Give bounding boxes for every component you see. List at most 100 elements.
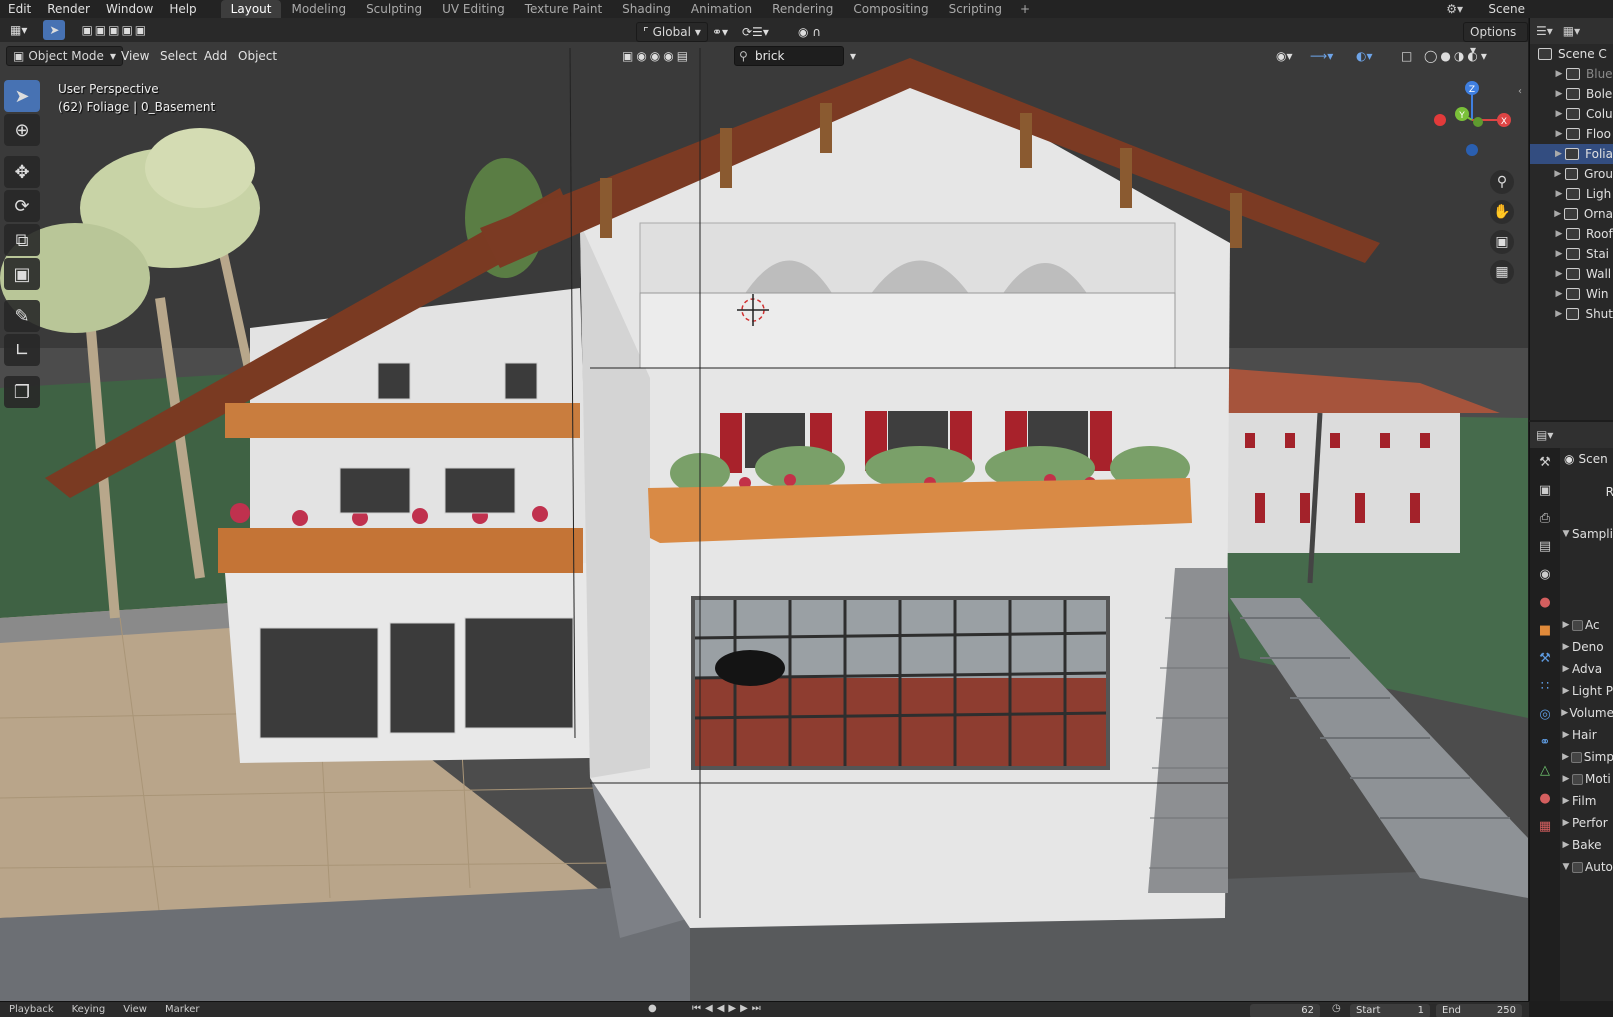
object-menu[interactable]: Object xyxy=(238,46,277,66)
search-input[interactable]: ⚲ brick xyxy=(734,46,844,66)
object-tab-icon[interactable]: ■ xyxy=(1530,616,1560,644)
section-checkbox[interactable] xyxy=(1572,619,1583,631)
ortho-grid-icon[interactable]: ▦ xyxy=(1490,260,1514,284)
view-menu[interactable]: View xyxy=(121,46,149,66)
playback-menu[interactable]: Playback xyxy=(0,1004,63,1015)
tab-compositing[interactable]: Compositing xyxy=(843,0,938,18)
tab-shading[interactable]: Shading xyxy=(612,0,681,18)
tab-texture-paint[interactable]: Texture Paint xyxy=(515,0,612,18)
add-menu[interactable]: Add xyxy=(204,46,227,66)
data-tab-icon[interactable]: △ xyxy=(1530,756,1560,784)
particles-tab-icon[interactable]: ∷ xyxy=(1530,672,1560,700)
annotate-icon[interactable]: ✎ xyxy=(4,300,40,332)
current-frame-field[interactable]: 62 xyxy=(1250,1004,1320,1017)
tab-modeling[interactable]: Modeling xyxy=(281,0,356,18)
properties-section-row[interactable]: ▼ Auto xyxy=(1560,856,1613,878)
chevron-right-icon[interactable]: ▶ xyxy=(1551,169,1564,179)
select-menu[interactable]: Select xyxy=(160,46,197,66)
add-workspace-button[interactable]: + xyxy=(1012,2,1038,16)
properties-section-row[interactable]: ▶ Hair xyxy=(1560,724,1613,746)
chevron-right-icon[interactable]: ▶ xyxy=(1552,289,1566,299)
keying-menu[interactable]: Keying xyxy=(63,1004,115,1015)
marker-menu[interactable]: Marker xyxy=(156,1004,209,1015)
chevron-right-icon[interactable]: ▶ xyxy=(1552,129,1566,139)
outliner-editor-icon[interactable]: ☰▾ xyxy=(1536,24,1553,38)
texture-tab-icon[interactable]: ▦ xyxy=(1530,812,1560,840)
scale-icon[interactable]: ⧉ xyxy=(4,224,40,256)
render-tab-icon[interactable]: ▣ xyxy=(1530,476,1560,504)
properties-section-row[interactable]: ▶ Adva xyxy=(1560,658,1613,680)
tab-rendering[interactable]: Rendering xyxy=(762,0,843,18)
clock-icon[interactable]: ◷ xyxy=(1332,1003,1341,1014)
properties-section-row[interactable]: ▶ Bake xyxy=(1560,834,1613,856)
tab-layout[interactable]: Layout xyxy=(220,0,282,18)
modifier-tab-icon[interactable]: ⚒ xyxy=(1530,644,1560,672)
chevron-right-icon[interactable]: ▶ xyxy=(1552,309,1566,319)
outliner-item[interactable]: ▶ Shut xyxy=(1530,304,1613,324)
constraints-tab-icon[interactable]: ⚭ xyxy=(1530,728,1560,756)
outliner-item[interactable]: ▶ Colu xyxy=(1530,104,1613,124)
tab-sculpting[interactable]: Sculpting xyxy=(356,0,432,18)
properties-section-row[interactable]: ▶ Deno xyxy=(1560,636,1613,658)
properties-section-row[interactable]: ▶ Film xyxy=(1560,790,1613,812)
scene-tab-icon[interactable]: ◉ xyxy=(1530,560,1560,588)
zoom-icon[interactable]: ⚲ xyxy=(1490,170,1514,194)
view-layer-tab-icon[interactable]: ▤ xyxy=(1530,532,1560,560)
pan-hand-icon[interactable]: ✋ xyxy=(1490,200,1514,224)
section-checkbox[interactable] xyxy=(1572,861,1583,873)
select-box-icon[interactable]: ➤ xyxy=(4,80,40,112)
proportional-edit-icon[interactable]: ◉ ∩ xyxy=(792,22,827,42)
output-tab-icon[interactable]: ⎙ xyxy=(1530,504,1560,532)
move-icon[interactable]: ✥ xyxy=(4,156,40,188)
filter-type-icons[interactable]: ▣◉◉◉▤ xyxy=(616,46,697,66)
options-dropdown[interactable]: Options ▾ xyxy=(1463,22,1528,57)
chevron-right-icon[interactable]: ▶ xyxy=(1552,249,1566,259)
outliner-item[interactable]: ▶ Blue xyxy=(1530,64,1613,84)
menu-edit[interactable]: Edit xyxy=(0,0,39,18)
tab-animation[interactable]: Animation xyxy=(681,0,762,18)
menu-help[interactable]: Help xyxy=(161,0,204,18)
gizmo-toggle-icon[interactable]: ⟶▾ xyxy=(1304,46,1339,66)
outliner-item[interactable]: ▶ Ligh xyxy=(1530,184,1613,204)
outliner-item[interactable]: ▶ Folia xyxy=(1530,144,1613,164)
material-tab-icon[interactable]: ● xyxy=(1530,784,1560,812)
select-tool-icon[interactable]: ➤ xyxy=(43,20,66,40)
xray-icon[interactable]: □ xyxy=(1395,46,1418,66)
chevron-right-icon[interactable]: ▶ xyxy=(1552,229,1566,239)
editor-type-icon[interactable]: ▦▾ xyxy=(4,20,33,40)
shading-mode-icons[interactable]: ◯●◑◐▾ xyxy=(1418,46,1496,66)
outliner-item[interactable]: ▶ Wall xyxy=(1530,264,1613,284)
outliner-item[interactable]: ▶ Orna xyxy=(1530,204,1613,224)
menu-window[interactable]: Window xyxy=(98,0,161,18)
measure-icon[interactable]: ∟ xyxy=(4,334,40,366)
menu-render[interactable]: Render xyxy=(39,0,98,18)
scene-name[interactable]: Scene xyxy=(1488,0,1525,18)
world-tab-icon[interactable]: ● xyxy=(1530,588,1560,616)
camera-icon[interactable]: ▣ xyxy=(1490,230,1514,254)
sampling-section[interactable]: ▼ Sampli xyxy=(1560,514,1613,554)
physics-tab-icon[interactable]: ◎ xyxy=(1530,700,1560,728)
playback-controls-icons[interactable]: ⏮◀◀▶▶⏭ xyxy=(692,1003,765,1014)
record-icon[interactable]: ● xyxy=(648,1003,657,1014)
chevron-right-icon[interactable]: ▶ xyxy=(1552,149,1566,159)
pivot-icon[interactable]: ⚭▾ xyxy=(706,22,734,42)
properties-section-row[interactable]: ▶ Light P xyxy=(1560,680,1613,702)
cursor-icon[interactable]: ⊕ xyxy=(4,114,40,146)
tool-tab-icon[interactable]: ⚒ xyxy=(1530,448,1560,476)
selection-mode-icons[interactable]: ▣▣▣▣▣ xyxy=(75,20,154,40)
tab-scripting[interactable]: Scripting xyxy=(939,0,1012,18)
chevron-right-icon[interactable]: ▶ xyxy=(1552,89,1566,99)
render-engine-row[interactable]: R xyxy=(1560,470,1613,514)
outliner-item[interactable]: ▶ Stai xyxy=(1530,244,1613,264)
outliner-scene-row[interactable]: Scene C xyxy=(1530,44,1613,64)
chevron-right-icon[interactable]: ▶ xyxy=(1552,109,1566,119)
chevron-right-icon[interactable]: ▶ xyxy=(1552,269,1566,279)
add-cube-icon[interactable]: ❐ xyxy=(4,376,40,408)
rotate-icon[interactable]: ⟳ xyxy=(4,190,40,222)
properties-section-row[interactable]: ▶ Ac xyxy=(1560,614,1613,636)
timeline-view-menu[interactable]: View xyxy=(114,1004,156,1015)
transform-orientation-select[interactable]: ⌜ Global ▾ xyxy=(636,22,708,42)
search-options-icon[interactable]: ▾ xyxy=(844,46,862,66)
outliner-filter-icon[interactable]: ▦▾ xyxy=(1563,24,1580,38)
outliner-item[interactable]: ▶ Roof xyxy=(1530,224,1613,244)
